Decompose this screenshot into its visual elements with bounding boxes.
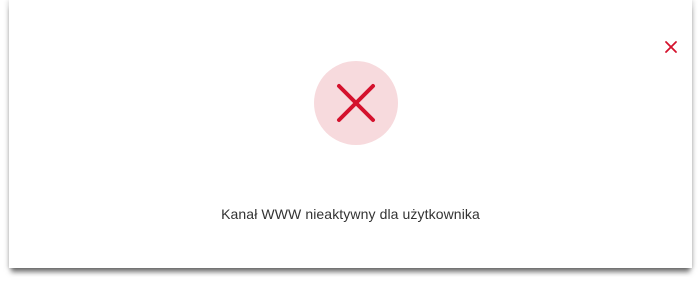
- close-button[interactable]: [660, 36, 682, 58]
- page: Kanał WWW nieaktywny dla użytkownika: [0, 0, 700, 303]
- error-x-icon: [337, 84, 375, 122]
- error-message: Kanał WWW nieaktywny dla użytkownika: [221, 206, 480, 222]
- error-status-badge: [314, 61, 398, 145]
- error-dialog: Kanał WWW nieaktywny dla użytkownika: [9, 0, 692, 268]
- close-icon: [665, 41, 677, 53]
